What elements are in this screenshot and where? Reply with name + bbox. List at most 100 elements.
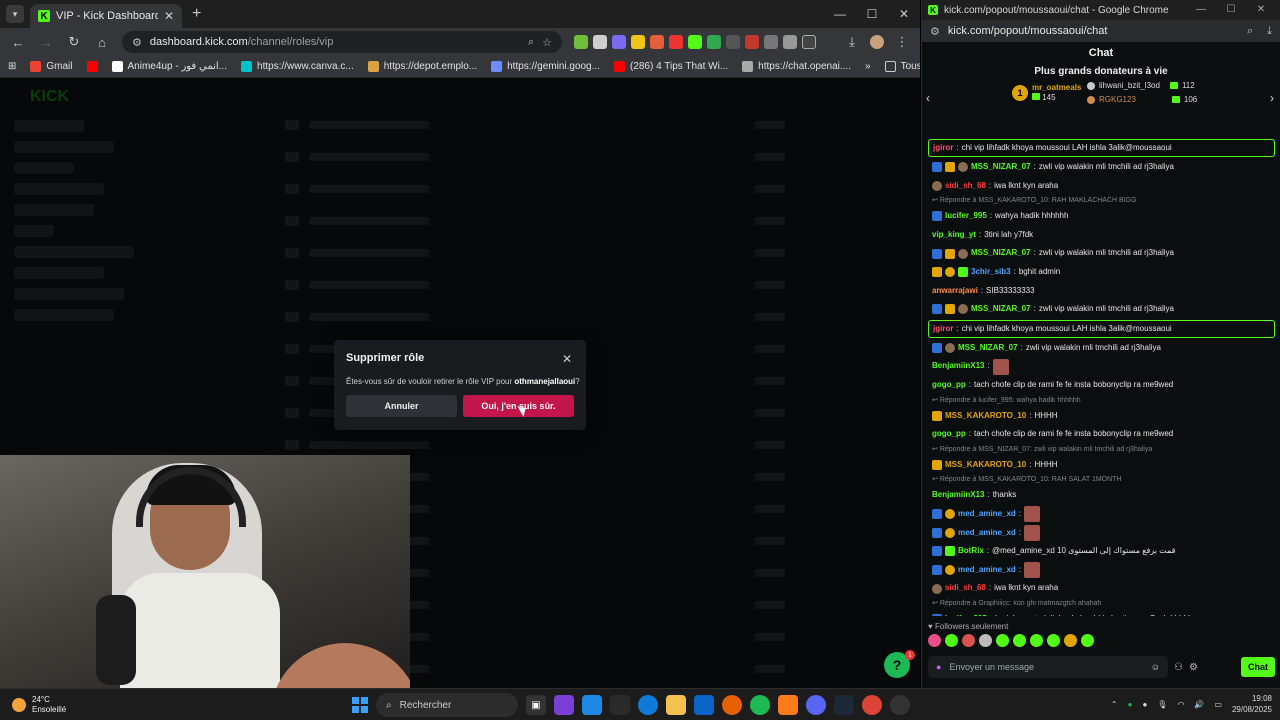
emote-icon[interactable] (945, 634, 958, 647)
bookmark-item[interactable]: https://www.canva.c... (241, 61, 354, 72)
gifter-badge-icon[interactable] (945, 509, 955, 520)
chat-username[interactable]: MSS_NIZAR_07 (971, 244, 1031, 263)
chat-username[interactable]: anwarrajawi (932, 282, 978, 301)
maximize-icon[interactable]: ☐ (856, 0, 888, 28)
extensions-puzzle-icon[interactable] (802, 35, 816, 49)
crown-badge-icon[interactable] (945, 162, 955, 173)
send-chat-button[interactable]: Chat (1241, 657, 1275, 677)
crown-badge-icon[interactable] (945, 304, 955, 315)
discord-icon[interactable] (806, 695, 826, 715)
extension-icon[interactable] (650, 35, 664, 49)
minimize-icon[interactable]: — (824, 0, 856, 28)
chat-username[interactable]: lucifer_995 (945, 207, 987, 226)
gifter-badge-icon[interactable] (945, 564, 955, 575)
chat-messages[interactable]: jgiror: chi vip lihfadk khoya moussoui LA… (922, 138, 1280, 616)
app-icon[interactable] (554, 695, 574, 715)
outlook-icon[interactable] (694, 695, 714, 715)
bookmark-item[interactable]: Gmail (30, 61, 73, 72)
chat-input[interactable]: ● Envoyer un message ☺ (928, 656, 1168, 678)
zoom-icon[interactable]: ⌕ (528, 36, 534, 49)
gifter-badge-icon[interactable] (945, 267, 955, 278)
popout-url-bar[interactable]: ⚙ kick.com/popout/moussaoui/chat ⌕ ⤓ (922, 20, 1280, 42)
battery-icon[interactable]: ▭ (1214, 700, 1222, 709)
subscriber-badge-icon[interactable] (958, 248, 968, 259)
app-icon[interactable] (778, 695, 798, 715)
site-info-icon[interactable]: ⚙ (930, 25, 940, 38)
chat-username[interactable]: med_amine_xd (958, 505, 1016, 524)
bookmark-star-icon[interactable]: ☆ (542, 36, 552, 49)
tab-search-icon[interactable]: ▾ (6, 5, 24, 23)
wifi-icon[interactable]: ◠ (1177, 700, 1184, 709)
edge-icon[interactable] (638, 695, 658, 715)
taskbar-search[interactable]: ⌕ Rechercher (376, 693, 518, 717)
profile-avatar[interactable] (870, 35, 884, 49)
extension-icon[interactable] (764, 35, 778, 49)
chat-username[interactable]: gogo_pp (932, 425, 966, 444)
extension-icon[interactable] (783, 35, 797, 49)
obs-icon[interactable] (890, 695, 910, 715)
app-icon[interactable] (582, 695, 602, 715)
close-tab-icon[interactable]: ✕ (164, 9, 174, 23)
chat-username[interactable]: MSS_NIZAR_07 (958, 339, 1018, 358)
moderator-badge-icon[interactable] (932, 564, 942, 575)
tray-chevron-icon[interactable]: ⌃ (1111, 700, 1118, 709)
all-bookmarks-folder[interactable]: Tous les favoris (884, 61, 920, 72)
download-icon[interactable]: ⤓ (1267, 25, 1272, 38)
chat-username[interactable]: sidi_sh_68 (945, 177, 986, 196)
emote-icon[interactable] (1030, 634, 1043, 647)
mic-icon[interactable]: ● (936, 662, 941, 672)
zoom-icon[interactable]: ⌕ (1247, 25, 1253, 38)
subscriber-badge-icon[interactable] (932, 583, 942, 594)
crown-badge-icon[interactable] (945, 248, 955, 259)
chat-username[interactable]: sidi_sh_68 (945, 579, 986, 598)
chat-username[interactable]: 3chir_sib3 (971, 263, 1011, 282)
emote-icon[interactable] (979, 634, 992, 647)
chat-username[interactable]: MSS_KAKAROTO_10 (945, 456, 1026, 475)
menu-kebab-icon[interactable]: ⋮ (890, 30, 914, 54)
chrome-icon[interactable] (862, 695, 882, 715)
chevron-left-icon[interactable]: ‹ (926, 91, 930, 105)
extension-icon[interactable] (612, 35, 626, 49)
extension-icon[interactable] (574, 35, 588, 49)
chat-username[interactable]: BotRix (958, 542, 984, 561)
chat-username[interactable]: BenjamiinX13 (932, 357, 984, 376)
volume-icon[interactable]: 🔊 (1194, 700, 1204, 709)
close-window-icon[interactable]: ✕ (1246, 0, 1276, 20)
chat-username[interactable]: MSS_KAKAROTO_10 (945, 407, 1026, 426)
emoji-icon[interactable]: ☺ (1151, 662, 1160, 672)
chat-username[interactable]: MSS_NIZAR_07 (971, 158, 1031, 177)
spotify-icon[interactable] (750, 695, 770, 715)
subscriber-badge-icon[interactable] (945, 343, 955, 354)
task-view-icon[interactable]: ▣ (526, 695, 546, 715)
extension-icon[interactable] (631, 35, 645, 49)
extension-icon[interactable] (726, 35, 740, 49)
home-icon[interactable]: ⌂ (90, 30, 114, 54)
emote-icon[interactable] (1081, 634, 1094, 647)
supporter-badge-icon[interactable] (945, 546, 955, 557)
bookmark-item[interactable]: https://depot.emplo... (367, 61, 477, 72)
apps-grid-icon[interactable]: ⊞ (8, 61, 16, 72)
steam-icon[interactable] (834, 695, 854, 715)
bookmark-item[interactable]: (286) 4 Tips That Wi... (613, 61, 728, 72)
moderator-badge-icon[interactable] (932, 546, 942, 557)
steam-tray-icon[interactable]: ● (1142, 700, 1147, 709)
extension-icon[interactable] (593, 35, 607, 49)
extension-icon[interactable] (707, 35, 721, 49)
address-bar[interactable]: ⚙ dashboard.kick.com/channel/roles/vip ⌕… (122, 31, 562, 53)
crown-badge-icon[interactable] (932, 267, 942, 278)
start-icon[interactable] (352, 697, 368, 713)
users-icon[interactable]: ⚇ (1174, 662, 1183, 673)
extension-icon[interactable] (669, 35, 683, 49)
settings-icon[interactable]: ⚙ (1189, 662, 1198, 673)
moderator-badge-icon[interactable] (932, 527, 942, 538)
app-icon[interactable] (610, 695, 630, 715)
firefox-icon[interactable] (722, 695, 742, 715)
crown-badge-icon[interactable] (932, 460, 942, 471)
close-modal-icon[interactable]: ✕ (562, 352, 572, 366)
gifter-badge-icon[interactable] (945, 527, 955, 538)
subscriber-badge-icon[interactable] (958, 162, 968, 173)
moderator-badge-icon[interactable] (932, 162, 942, 173)
extension-icon[interactable] (745, 35, 759, 49)
emote-icon[interactable] (928, 634, 941, 647)
chat-username[interactable]: BenjamiinX13 (932, 486, 984, 505)
